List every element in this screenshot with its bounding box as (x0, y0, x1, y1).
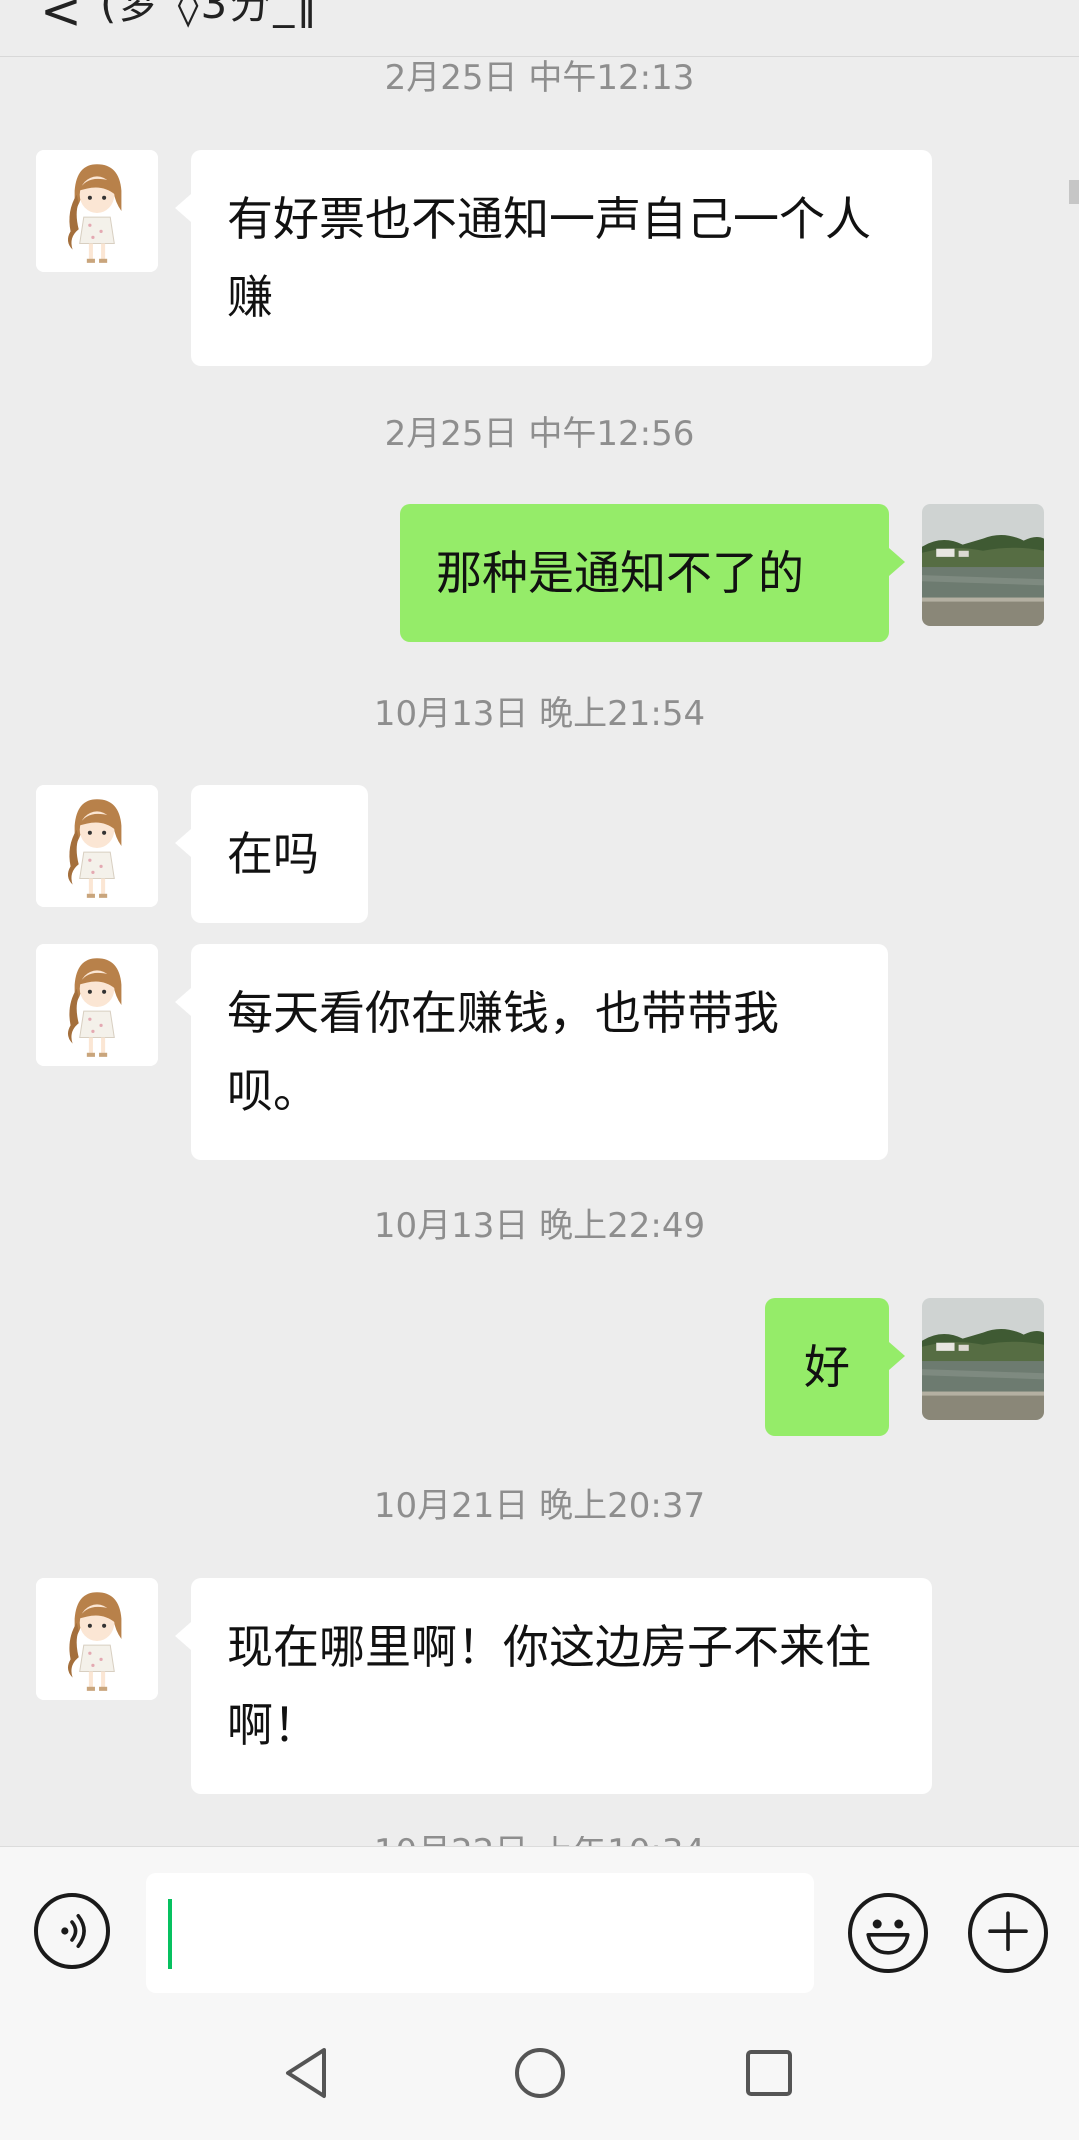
contact-avatar[interactable] (36, 944, 158, 1066)
triangle-back-icon[interactable] (274, 2038, 344, 2108)
message-bubble-incoming[interactable]: 有好票也不通知一声自己一个人赚 (175, 150, 932, 366)
emoji-icon[interactable] (848, 1893, 928, 1973)
message-bubble-incoming[interactable]: 现在哪里啊！你这边房子不来住啊！ (175, 1578, 932, 1794)
plus-icon[interactable] (968, 1893, 1048, 1973)
square-recents-icon[interactable] (734, 2038, 804, 2108)
contact-avatar[interactable] (36, 150, 158, 272)
my-avatar[interactable] (922, 1298, 1044, 1420)
voice-icon[interactable] (34, 1893, 110, 1969)
chat-title: (梦 ◊3分_‖ (100, 0, 320, 28)
message-bubble-incoming[interactable]: 每天看你在赚钱，也带带我呗。 (175, 944, 888, 1160)
back-button[interactable]: < (40, 0, 82, 40)
text-caret (168, 1899, 172, 1969)
message-input[interactable] (146, 1873, 814, 1993)
input-bar (0, 1846, 1079, 2011)
timestamp: 10月13日 晚上22:49 (373, 1206, 706, 1246)
message-bubble-outgoing[interactable]: 那种是通知不了的 (400, 504, 905, 642)
timestamp: 10月21日 晚上20:37 (373, 1486, 706, 1526)
circle-home-icon[interactable] (505, 2038, 575, 2108)
contact-avatar[interactable] (36, 1578, 158, 1700)
timestamp: 2月25日 中午12:56 (384, 414, 695, 454)
timestamp: 10月13日 晚上21:54 (373, 694, 706, 734)
message-bubble-outgoing[interactable]: 好 (765, 1298, 905, 1436)
contact-avatar[interactable] (36, 785, 158, 907)
chat-header: < (梦 ◊3分_‖ (0, 0, 1079, 57)
timestamp: 2月25日 中午12:13 (384, 58, 695, 98)
message-bubble-incoming[interactable]: 在吗 (175, 785, 368, 923)
system-nav-bar (0, 2010, 1079, 2140)
scroll-indicator[interactable] (1069, 180, 1079, 204)
my-avatar[interactable] (922, 504, 1044, 626)
